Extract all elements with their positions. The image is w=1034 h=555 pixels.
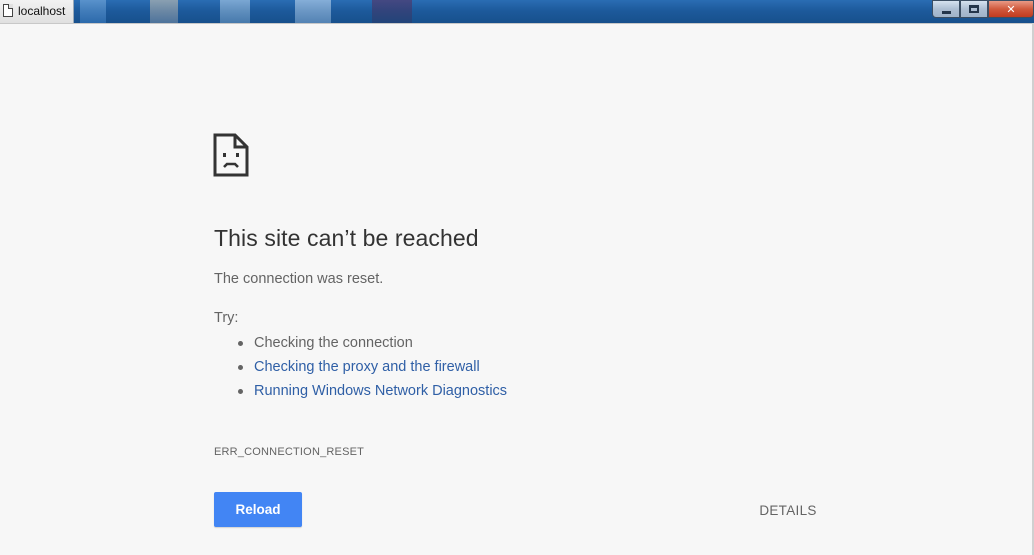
taskbar-decoration <box>372 0 412 23</box>
suggestion-network-diagnostics-link[interactable]: Running Windows Network Diagnostics <box>254 383 507 399</box>
error-code: ERR_CONNECTION_RESET <box>214 446 365 458</box>
window-title: localhost <box>18 4 66 18</box>
list-item: Checking the proxy and the firewall <box>237 358 507 382</box>
window-tab[interactable]: localhost <box>0 0 74 23</box>
taskbar-decoration <box>220 0 250 23</box>
close-button[interactable]: ✕ <box>988 0 1034 18</box>
error-message: The connection was reset. <box>214 271 384 287</box>
taskbar-decoration <box>295 0 331 23</box>
list-item: Running Windows Network Diagnostics <box>237 382 507 406</box>
suggestion-check-connection: Checking the connection <box>254 335 413 351</box>
reload-button[interactable]: Reload <box>214 492 302 527</box>
try-label: Try: <box>214 310 239 326</box>
taskbar-decoration <box>150 0 178 23</box>
maximize-icon <box>969 5 979 13</box>
sad-document-icon <box>213 133 249 177</box>
minimize-icon <box>941 10 951 14</box>
suggestion-proxy-firewall-link[interactable]: Checking the proxy and the firewall <box>254 359 480 375</box>
taskbar-decoration <box>80 0 106 23</box>
error-heading: This site can’t be reached <box>214 225 479 251</box>
window-title-bar: localhost ✕ <box>0 0 1034 23</box>
maximize-button[interactable] <box>960 0 988 18</box>
list-item: Checking the connection <box>237 334 507 358</box>
close-icon: ✕ <box>1006 3 1016 16</box>
error-page <box>0 23 1034 555</box>
window-controls: ✕ <box>932 0 1034 19</box>
minimize-button[interactable] <box>932 0 960 18</box>
details-button[interactable]: DETAILS <box>748 500 828 520</box>
suggestions-list: Checking the connection Checking the pro… <box>237 334 507 406</box>
page-icon <box>3 4 13 17</box>
